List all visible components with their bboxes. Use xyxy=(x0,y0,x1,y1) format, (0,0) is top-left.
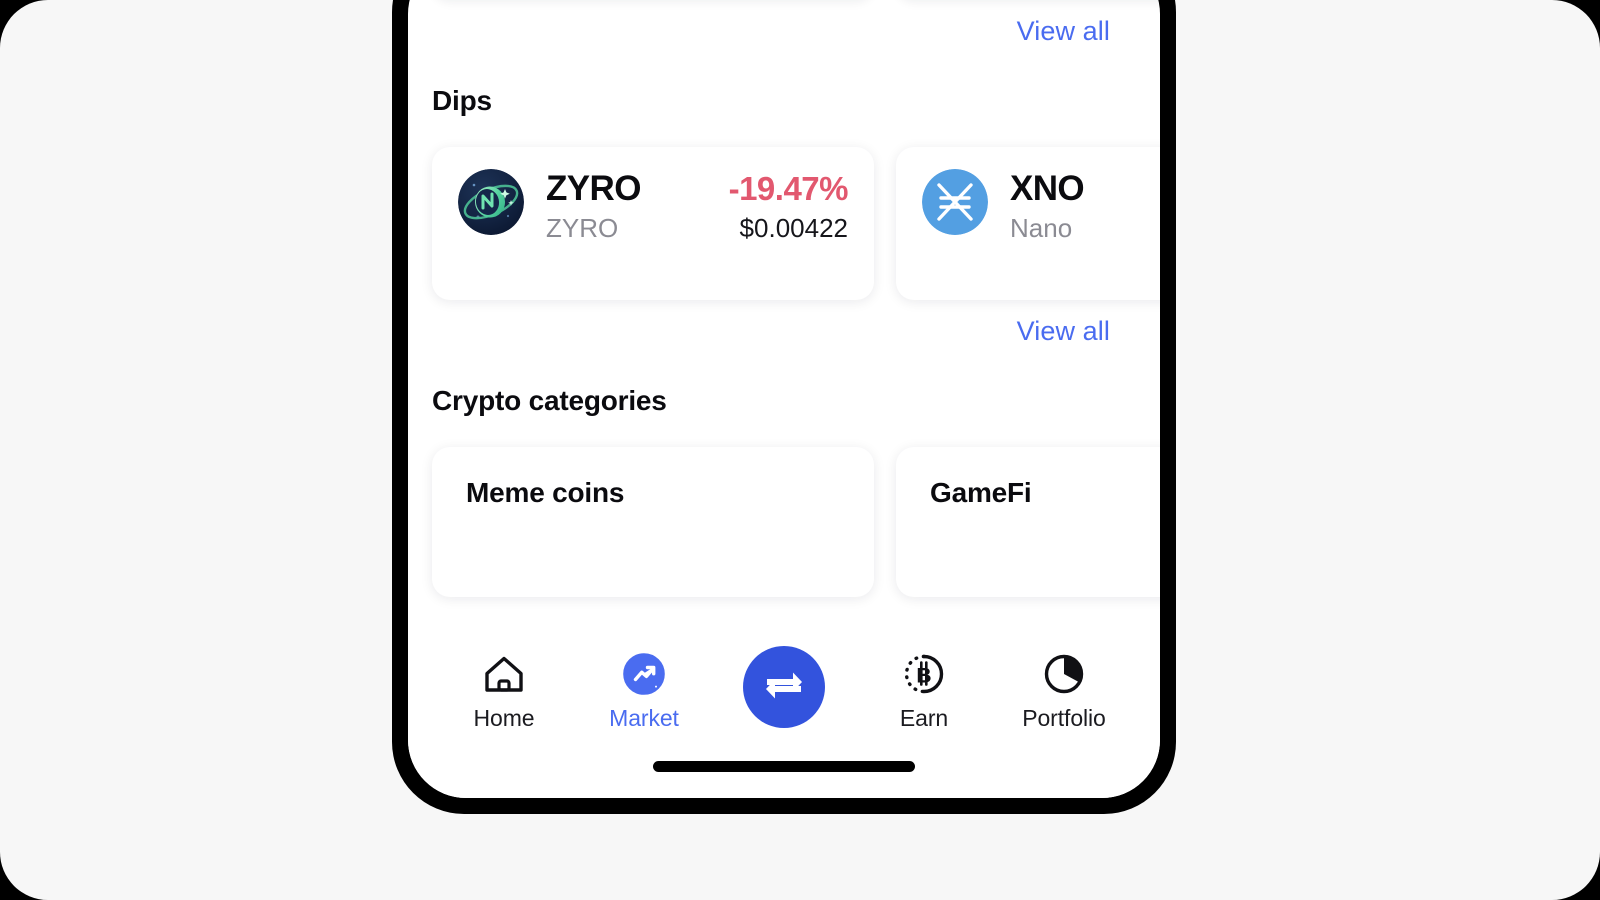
coin-card-zyro[interactable]: ZYRO -19.47% ZYRO $0.00422 xyxy=(432,147,874,300)
view-all-link-top[interactable]: View all xyxy=(1017,18,1110,45)
home-icon xyxy=(483,652,525,696)
tab-label: Portfolio xyxy=(1022,705,1106,731)
coin-card-body: XNO Nano xyxy=(1010,169,1160,242)
swap-button[interactable] xyxy=(743,646,825,728)
category-card-gamefi[interactable]: GameFi xyxy=(896,447,1160,597)
coin-name: ZYRO xyxy=(546,212,619,243)
pie-chart-icon xyxy=(1043,652,1085,696)
tab-earn[interactable]: B Earn xyxy=(854,652,994,732)
dips-card-row: ZYRO -19.47% ZYRO $0.00422 XNO Nano xyxy=(432,147,1160,300)
dips-view-all-row: View all xyxy=(432,318,1136,345)
section-title-crypto-categories: Crypto categories xyxy=(432,385,667,416)
home-indicator xyxy=(653,761,915,772)
tab-portfolio[interactable]: Portfolio xyxy=(994,652,1134,732)
tab-home[interactable]: Home xyxy=(434,652,574,732)
coin-card-xno[interactable]: XNO Nano xyxy=(896,147,1160,300)
swap-icon xyxy=(762,668,806,707)
category-title: Meme coins xyxy=(466,477,625,508)
market-icon xyxy=(623,652,665,696)
tab-label: Market xyxy=(609,705,679,731)
section-title-dips: Dips xyxy=(432,85,492,116)
coin-symbol: XNO xyxy=(1010,169,1085,208)
nano-coin-icon xyxy=(922,169,988,235)
coin-symbol: ZYRO xyxy=(546,169,641,208)
zyro-coin-icon xyxy=(458,169,524,235)
tab-market[interactable]: Market xyxy=(574,652,714,732)
bitcoin-earn-icon: B xyxy=(903,652,945,696)
coin-name: Nano xyxy=(1010,212,1073,243)
category-card-row: Meme coins GameFi xyxy=(432,447,1160,597)
tab-label: Home xyxy=(473,705,535,731)
tab-label: Earn xyxy=(899,705,949,731)
coin-price: $0.00422 xyxy=(739,212,848,243)
svg-text:B: B xyxy=(916,665,931,688)
page-canvas: View all Dips ZYRO -19.47% ZYRO $0.00422… xyxy=(0,0,1600,900)
category-card-meme-coins[interactable]: Meme coins xyxy=(432,447,874,597)
coin-change-percent: -19.47% xyxy=(728,170,849,207)
bottom-tab-bar: Home Market B Earn Portfolio xyxy=(408,630,1160,798)
phone-device-frame: View all Dips ZYRO -19.47% ZYRO $0.00422… xyxy=(392,0,1176,814)
view-all-link-dips[interactable]: View all xyxy=(1017,318,1110,345)
top-view-all-row: View all xyxy=(432,18,1136,45)
tab-swap[interactable] xyxy=(714,646,854,737)
coin-card-body: ZYRO -19.47% ZYRO $0.00422 xyxy=(546,169,849,243)
category-title: GameFi xyxy=(930,477,1032,508)
phone-screen: View all Dips ZYRO -19.47% ZYRO $0.00422… xyxy=(408,0,1160,798)
